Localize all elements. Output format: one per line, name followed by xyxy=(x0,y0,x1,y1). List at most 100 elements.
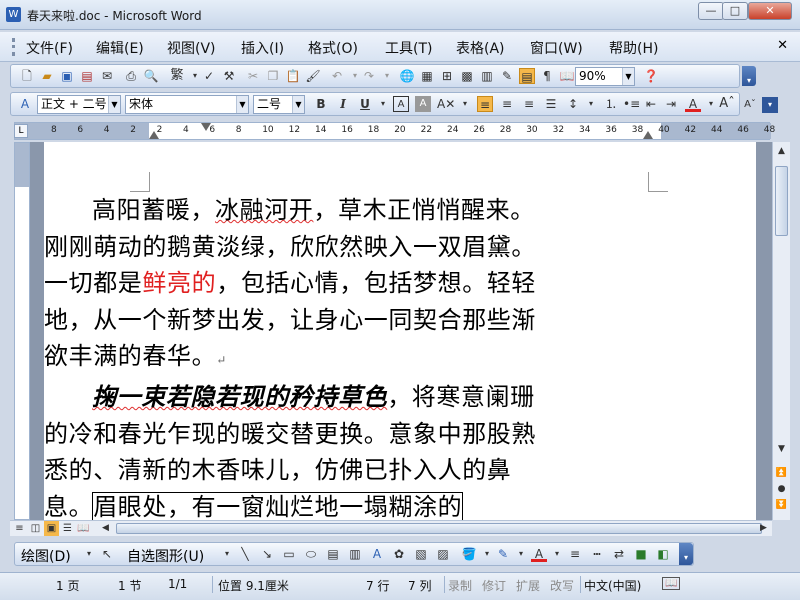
drawing-icon[interactable]: ✎ xyxy=(499,68,515,84)
shadow-style-icon[interactable]: ■ xyxy=(633,546,649,562)
arrow-style-icon[interactable]: ⇄ xyxy=(611,546,627,562)
horizontal-scrollbar[interactable]: ≡ ◫ ▣ ☰ 📖 ◀ ▶ xyxy=(10,520,772,536)
spelling-check-icon[interactable]: ✓ xyxy=(201,68,217,84)
redo-icon[interactable]: ↷ xyxy=(361,68,377,84)
character-scaling-icon[interactable]: A✕ xyxy=(437,96,455,112)
character-shading-icon[interactable]: A xyxy=(415,96,431,112)
dash-style-icon[interactable]: ┅ xyxy=(589,546,605,562)
italic-button[interactable]: I xyxy=(335,96,351,112)
reading-mode-icon[interactable]: 📖 xyxy=(559,68,575,84)
draw-dropdown-icon[interactable]: ▾ xyxy=(81,546,97,562)
arrow-tool-icon[interactable]: ↘ xyxy=(259,546,275,562)
close-document-icon[interactable]: ✕ xyxy=(777,38,788,53)
rectangle-tool-icon[interactable]: ▭ xyxy=(281,546,297,562)
word-app-icon[interactable]: W xyxy=(6,7,21,22)
outline-view-icon[interactable]: ☰ xyxy=(60,521,75,536)
menu-help[interactable]: 帮助(H) xyxy=(609,38,658,58)
open-folder-icon[interactable]: ▰ xyxy=(39,68,55,84)
menu-table[interactable]: 表格(A) xyxy=(456,38,505,58)
document-area[interactable]: 高阳蓄暖，冰融河开，草木正悄悄醒来。刚刚萌动的鹅黄淡绿，欣欣然映入一双眉黛。一切… xyxy=(30,142,772,520)
document-map-icon[interactable]: ▤ xyxy=(519,68,535,84)
horizontal-scroll-thumb[interactable] xyxy=(116,523,762,534)
align-center-icon[interactable]: ≡ xyxy=(499,96,515,112)
insert-excel-icon[interactable]: ▩ xyxy=(459,68,475,84)
justify-icon[interactable]: ☰ xyxy=(543,96,559,112)
drawing-font-color-icon[interactable]: A xyxy=(531,546,547,562)
oval-tool-icon[interactable]: ⬭ xyxy=(303,546,319,562)
zoom-select[interactable]: 90% ▼ xyxy=(575,67,635,86)
align-left-icon[interactable]: ≡ xyxy=(477,96,493,112)
spelling-status-icon[interactable]: 📖 xyxy=(662,577,681,590)
character-border-icon[interactable]: A xyxy=(393,96,409,112)
style-dropdown-icon[interactable]: ▼ xyxy=(108,96,120,113)
permission-icon[interactable]: ▤ xyxy=(79,68,95,84)
email-icon[interactable]: ✉ xyxy=(99,68,115,84)
vertical-scrollbar[interactable]: ▲ ▼ ⏫ ● ⏬ xyxy=(772,142,790,520)
print-preview-icon[interactable]: 🔍 xyxy=(143,68,159,84)
insert-picture-icon[interactable]: ▨ xyxy=(435,546,451,562)
wordart-icon[interactable]: A xyxy=(369,546,385,562)
text-box-icon[interactable]: ▤ xyxy=(325,546,341,562)
reading-layout-icon[interactable]: 📖 xyxy=(76,521,91,536)
line-color-icon[interactable]: ✎ xyxy=(495,546,511,562)
insert-table-icon[interactable]: ⊞ xyxy=(439,68,455,84)
close-button[interactable]: ✕ xyxy=(748,2,792,20)
previous-page-icon[interactable]: ⏫ xyxy=(774,466,789,481)
document-text[interactable]: 高阳蓄暖，冰融河开，草木正悄悄醒来。刚刚萌动的鹅黄淡绿，欣欣然映入一双眉黛。一切… xyxy=(44,192,540,520)
line-tool-icon[interactable]: ╲ xyxy=(237,546,253,562)
3d-style-icon[interactable]: ◧ xyxy=(655,546,671,562)
toolbar-options-icon[interactable]: ▾ xyxy=(742,66,756,86)
research-icon[interactable]: ⚒ xyxy=(221,68,237,84)
shrink-font-icon[interactable]: Aˇ xyxy=(742,97,758,113)
autoshapes-menu-button[interactable]: 自选图形(U) xyxy=(127,546,204,566)
paste-icon[interactable]: 📋 xyxy=(285,68,301,84)
document-page[interactable]: 高阳蓄暖，冰融河开，草木正悄悄醒来。刚刚萌动的鹅黄淡绿，欣欣然映入一双眉黛。一切… xyxy=(44,142,756,520)
web-layout-icon[interactable]: ◫ xyxy=(28,521,43,536)
zoom-dropdown-icon[interactable]: ▼ xyxy=(622,68,634,85)
copy-icon[interactable]: ❐ xyxy=(265,68,281,84)
menu-view[interactable]: 视图(V) xyxy=(167,38,216,58)
paragraph-1[interactable]: 高阳蓄暖，冰融河开，草木正悄悄醒来。刚刚萌动的鹅黄淡绿，欣欣然映入一双眉黛。一切… xyxy=(44,192,540,379)
line-style-icon[interactable]: ≡ xyxy=(567,546,583,562)
maximize-button[interactable]: □ xyxy=(722,2,748,20)
normal-view-icon[interactable]: ≡ xyxy=(12,521,27,536)
scroll-up-icon[interactable]: ▲ xyxy=(774,144,789,159)
menu-insert[interactable]: 插入(I) xyxy=(241,38,284,58)
line-spacing-dropdown-icon[interactable]: ▾ xyxy=(583,96,599,112)
fill-color-dropdown-icon[interactable]: ▾ xyxy=(479,546,495,562)
styles-formatting-icon[interactable]: A xyxy=(17,96,33,112)
font-select[interactable]: 宋体 ▼ xyxy=(125,95,249,114)
status-track-changes[interactable]: 修订 xyxy=(482,577,506,594)
vertical-text-box-icon[interactable]: ▥ xyxy=(347,546,363,562)
grow-font-icon[interactable]: Aˆ xyxy=(719,96,735,112)
font-size-dropdown-icon[interactable]: ▼ xyxy=(292,96,304,113)
menu-file[interactable]: 文件(F) xyxy=(26,38,73,58)
help-icon[interactable]: ❓ xyxy=(643,68,659,84)
select-objects-icon[interactable]: ↖ xyxy=(99,546,115,562)
menu-edit[interactable]: 编辑(E) xyxy=(96,38,144,58)
increase-indent-icon[interactable]: ⇥ xyxy=(663,96,679,112)
horizontal-ruler[interactable]: 8 6 4 2 2 4 6 8 10 12 14 16 18 20 22 24 26 28 30 32 34 36 38 40… xyxy=(14,122,775,140)
scaling-dropdown-icon[interactable]: ▾ xyxy=(457,96,473,112)
underline-button[interactable]: U xyxy=(357,96,373,112)
print-icon[interactable]: ⎙ xyxy=(123,68,139,84)
traditional-chinese-button[interactable]: 繁 xyxy=(167,68,187,84)
paragraph-2[interactable]: 掬一束若隐若现的矜持草色，将寒意阑珊的冷和春光乍现的暖交替更换。意象中那股熟悉的… xyxy=(44,379,540,520)
font-color-button[interactable]: A xyxy=(685,96,701,112)
tab-selector[interactable]: L xyxy=(14,124,28,138)
format-toolbar-options-icon[interactable]: ▾ xyxy=(762,97,778,113)
status-record[interactable]: 录制 xyxy=(448,577,472,594)
status-extend[interactable]: 扩展 xyxy=(516,577,540,594)
fill-color-icon[interactable]: 🪣 xyxy=(461,546,477,562)
format-painter-icon[interactable]: 🖌 xyxy=(305,68,321,84)
show-hide-marks-icon[interactable]: ¶ xyxy=(539,68,555,84)
scroll-left-icon[interactable]: ◀ xyxy=(98,521,113,536)
font-size-select[interactable]: 二号 ▼ xyxy=(253,95,305,114)
bullets-icon[interactable]: •≡ xyxy=(623,96,640,112)
font-color-dropdown-icon[interactable]: ▾ xyxy=(703,96,719,112)
menu-grip[interactable] xyxy=(12,38,15,56)
new-document-icon[interactable]: 🗋 xyxy=(19,68,35,84)
line-spacing-icon[interactable]: ↕ xyxy=(565,96,581,112)
font-dropdown-icon[interactable]: ▼ xyxy=(236,96,248,113)
vertical-scroll-thumb[interactable] xyxy=(775,166,788,236)
